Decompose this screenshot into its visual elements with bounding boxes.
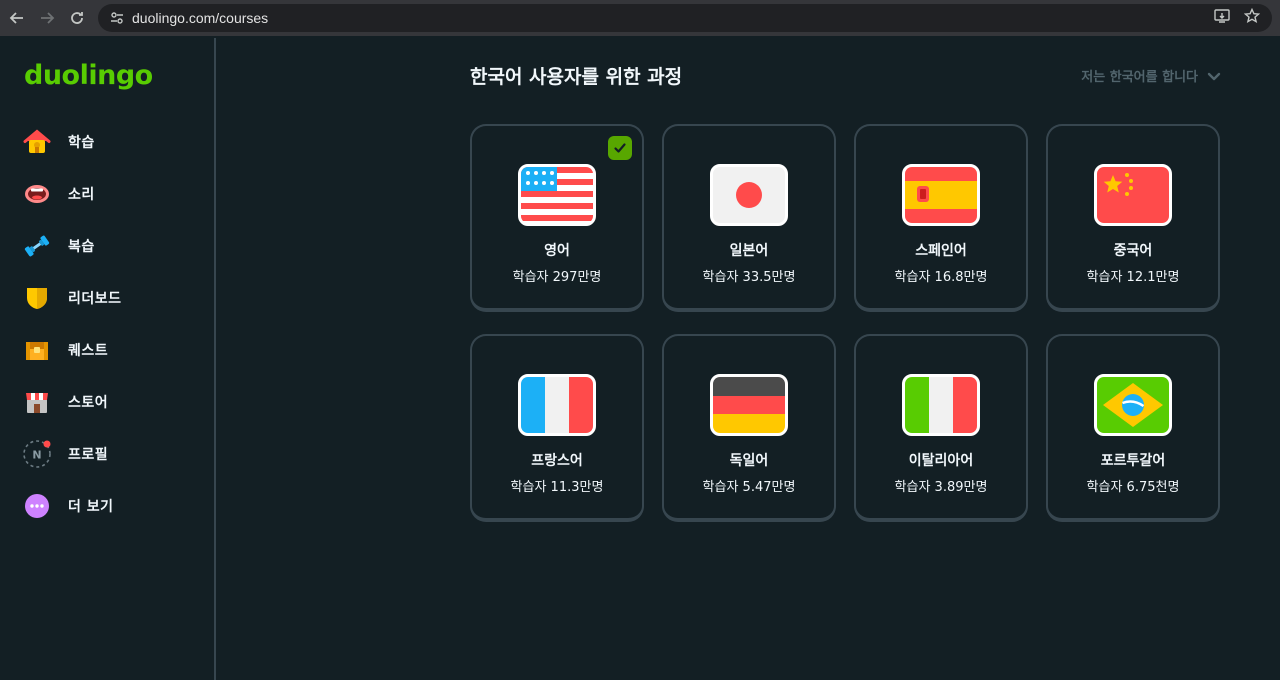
- dumbbell-icon: [22, 231, 52, 261]
- sidebar-item-sounds[interactable]: 소리: [12, 168, 208, 220]
- sidebar-item-practice[interactable]: 복습: [12, 220, 208, 272]
- install-app-icon[interactable]: [1214, 8, 1230, 28]
- forward-icon[interactable]: [32, 3, 62, 33]
- browser-toolbar: duolingo.com/courses: [0, 0, 1280, 36]
- course-card-french[interactable]: 프랑스어 학습자 11.3만명: [470, 334, 644, 522]
- sidebar-item-shop[interactable]: 스토어: [12, 376, 208, 428]
- language-select-label: 저는 한국어를 합니다: [1081, 70, 1198, 85]
- course-name: 일본어: [729, 243, 769, 259]
- course-card-english[interactable]: 영어 학습자 297만명: [470, 124, 644, 312]
- home-icon: [22, 127, 52, 157]
- course-learners: 학습자 5.47만명: [702, 480, 796, 495]
- sidebar-item-label: 소리: [68, 187, 95, 203]
- sidebar-item-learn[interactable]: 학습: [12, 116, 208, 168]
- address-bar[interactable]: duolingo.com/courses: [98, 4, 1272, 32]
- shield-icon: [22, 283, 52, 313]
- shop-icon: [22, 387, 52, 417]
- course-card-portuguese[interactable]: 포르투갈어 학습자 6.75천명: [1046, 334, 1220, 522]
- course-learners: 학습자 297만명: [512, 270, 602, 285]
- url-text[interactable]: duolingo.com/courses: [132, 10, 268, 26]
- bookmark-star-icon[interactable]: [1243, 7, 1261, 28]
- course-card-german[interactable]: 독일어 학습자 5.47만명: [662, 334, 836, 522]
- sidebar: duolingo 학습 소리 복습 리더보드 퀘스트 스토어 N 프로필 더 보…: [0, 38, 216, 680]
- sidebar-item-label: 프로필: [68, 447, 109, 463]
- sidebar-item-label: 더 보기: [68, 499, 114, 515]
- course-name: 이탈리아어: [908, 453, 974, 469]
- course-learners: 학습자 6.75천명: [1086, 480, 1180, 495]
- course-learners: 학습자 33.5만명: [702, 270, 796, 285]
- course-card-japanese[interactable]: 일본어 학습자 33.5만명: [662, 124, 836, 312]
- sidebar-item-label: 스토어: [68, 395, 109, 411]
- chest-icon: [22, 335, 52, 365]
- sidebar-item-label: 퀘스트: [68, 343, 109, 359]
- course-card-italian[interactable]: 이탈리아어 학습자 3.89만명: [854, 334, 1028, 522]
- sidebar-item-label: 리더보드: [68, 291, 122, 307]
- sidebar-item-quests[interactable]: 퀘스트: [12, 324, 208, 376]
- course-card-spanish[interactable]: 스페인어 학습자 16.8만명: [854, 124, 1028, 312]
- profile-icon: N: [22, 439, 52, 469]
- course-learners: 학습자 12.1만명: [1086, 270, 1180, 285]
- italy-flag-icon: [902, 374, 980, 436]
- brazil-flag-icon: [1094, 374, 1172, 436]
- course-name: 독일어: [729, 453, 769, 469]
- check-icon: [608, 136, 632, 160]
- us-flag-icon: [518, 164, 596, 226]
- duolingo-logo[interactable]: duolingo: [24, 60, 153, 91]
- reload-icon[interactable]: [62, 3, 92, 33]
- back-icon[interactable]: [2, 3, 32, 33]
- sidebar-item-more[interactable]: 더 보기: [12, 480, 208, 532]
- course-learners: 학습자 16.8만명: [894, 270, 988, 285]
- course-learners: 학습자 3.89만명: [894, 480, 988, 495]
- sidebar-item-label: 학습: [68, 135, 95, 151]
- course-learners: 학습자 11.3만명: [510, 480, 604, 495]
- chevron-down-icon: [1207, 72, 1221, 80]
- course-name: 프랑스어: [531, 453, 583, 469]
- site-info-icon[interactable]: [102, 11, 132, 25]
- course-name: 스페인어: [915, 243, 967, 259]
- germany-flag-icon: [710, 374, 788, 436]
- course-grid: 영어 학습자 297만명 일본어 학습자 33.5만명 스페인어 학습자 16.…: [470, 124, 1222, 522]
- more-icon: [22, 491, 52, 521]
- avatar-letter: N: [32, 449, 41, 462]
- language-select[interactable]: 저는 한국어를 합니다: [1081, 66, 1222, 85]
- sidebar-item-label: 복습: [68, 239, 95, 255]
- france-flag-icon: [518, 374, 596, 436]
- page-title: 한국어 사용자를 위한 과정: [470, 66, 683, 88]
- japan-flag-icon: [710, 164, 788, 226]
- spain-flag-icon: [902, 164, 980, 226]
- sidebar-item-leaderboard[interactable]: 리더보드: [12, 272, 208, 324]
- course-name: 영어: [544, 243, 570, 259]
- course-name: 중국어: [1113, 243, 1153, 259]
- mouth-icon: [22, 179, 52, 209]
- course-card-chinese[interactable]: 중국어 학습자 12.1만명: [1046, 124, 1220, 312]
- sidebar-item-profile[interactable]: N 프로필: [12, 428, 208, 480]
- course-name: 포르투갈어: [1100, 453, 1166, 469]
- china-flag-icon: [1094, 164, 1172, 226]
- sidebar-nav: 학습 소리 복습 리더보드 퀘스트 스토어 N 프로필 더 보기: [12, 116, 208, 532]
